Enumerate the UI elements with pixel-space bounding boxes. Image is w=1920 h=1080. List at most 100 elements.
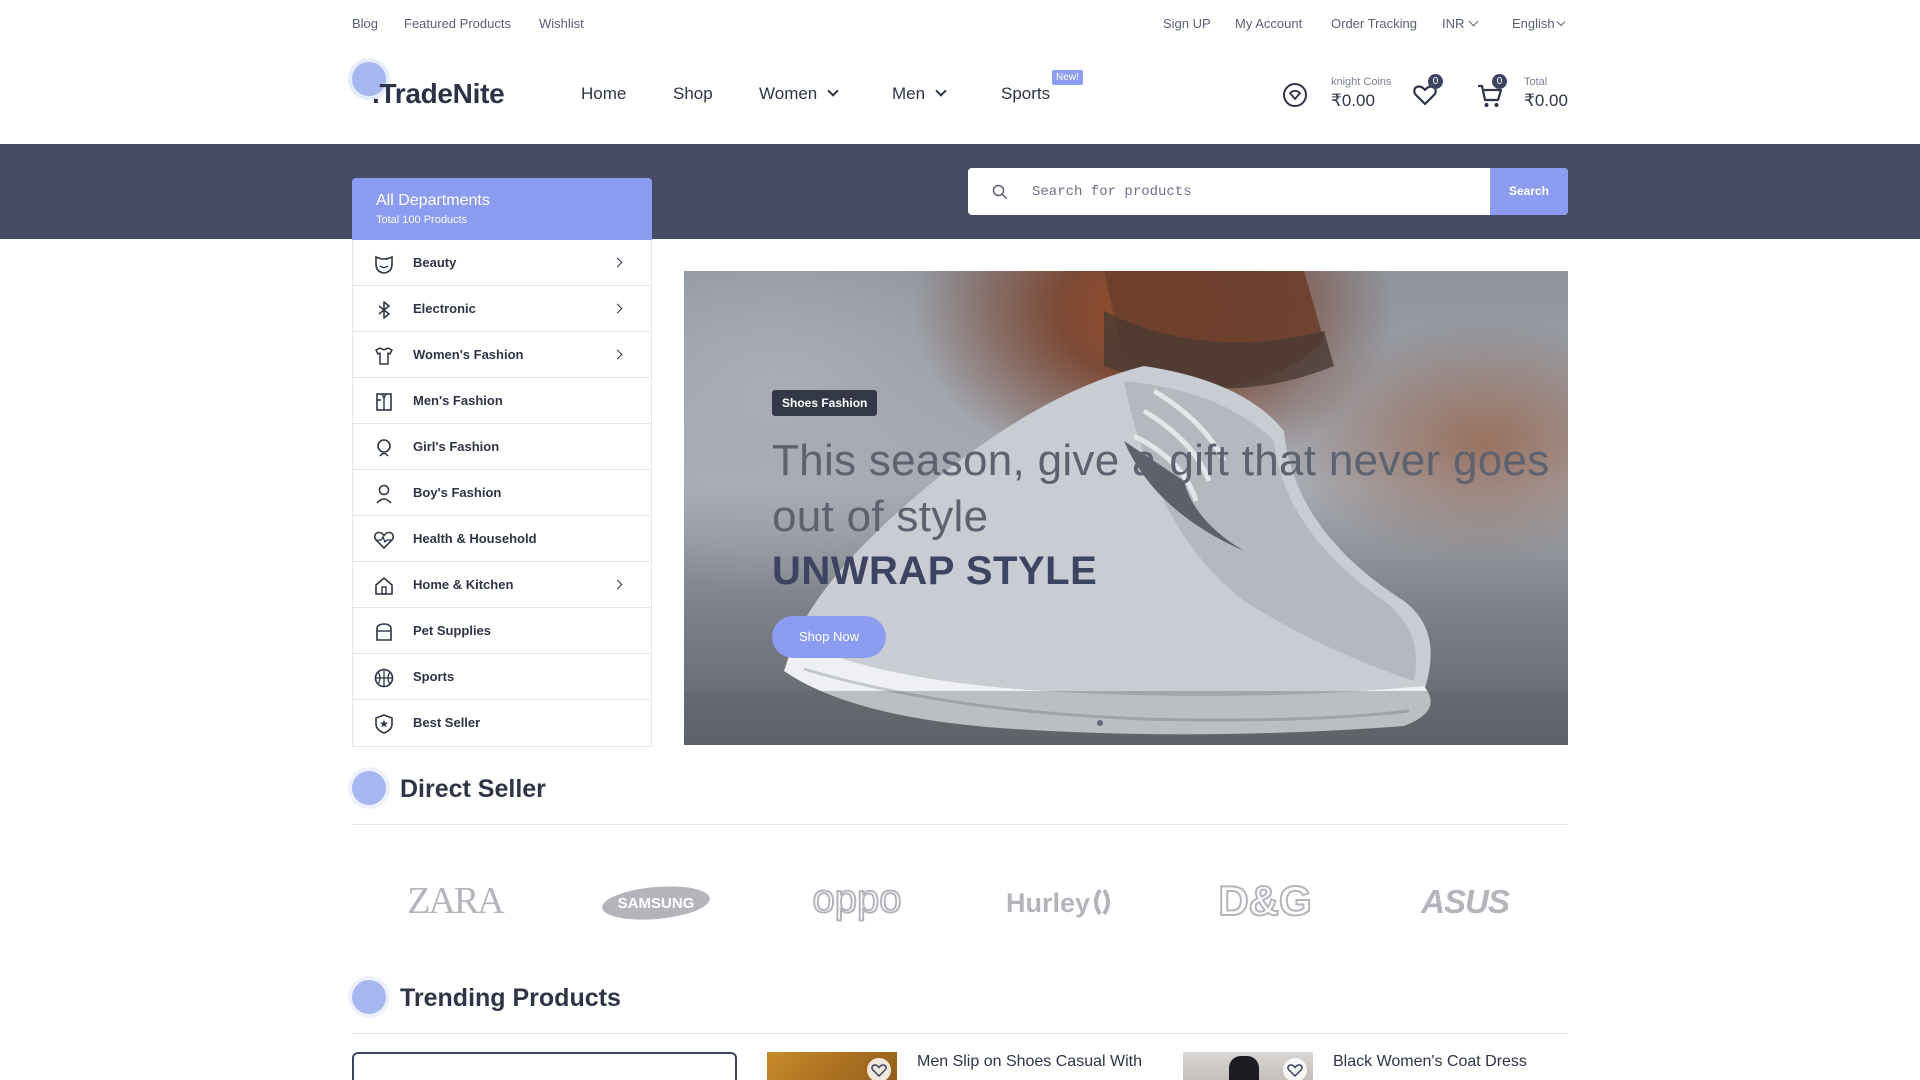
dept-label: Sports — [413, 669, 455, 684]
coat-figure — [1229, 1056, 1259, 1080]
product-card[interactable] — [352, 1052, 737, 1080]
heart-pulse-icon — [373, 531, 395, 550]
coins-icon[interactable] — [1282, 82, 1308, 108]
all-departments-header[interactable]: All Departments Total 100 Products — [352, 178, 652, 240]
bluetooth-icon — [378, 301, 390, 319]
chevron-down-icon — [935, 85, 947, 97]
coins-label: knight Coins — [1331, 76, 1392, 88]
dept-item-health-household[interactable]: Health & Household — [353, 516, 651, 562]
order-tracking-link[interactable]: Order Tracking — [1331, 16, 1417, 31]
coins-value: ₹0.00 — [1331, 91, 1375, 110]
sign-up-link[interactable]: Sign UP — [1163, 16, 1211, 31]
wishlist-link[interactable]: Wishlist — [539, 16, 584, 31]
brand-samsung-logo[interactable]: SAMSUNG — [600, 870, 712, 930]
direct-seller-heading: Direct Seller — [352, 765, 1568, 825]
dept-label: Electronic — [413, 301, 476, 316]
shop-now-button[interactable]: Shop Now — [772, 616, 886, 658]
dept-item-beauty[interactable]: Beauty — [353, 240, 651, 286]
nav-shop[interactable]: Shop — [673, 84, 713, 104]
dept-label: Boy's Fashion — [413, 485, 502, 500]
departments-title: All Departments — [376, 192, 490, 209]
brand-hurley-logo[interactable]: Hurley — [1000, 870, 1120, 930]
chevron-down-icon — [1468, 16, 1479, 27]
dept-label: Home & Kitchen — [413, 577, 514, 592]
dept-label: Men's Fashion — [413, 393, 503, 408]
section-dot — [352, 980, 386, 1014]
nav-home[interactable]: Home — [581, 84, 626, 104]
brand-oppo-logo[interactable]: oppo — [795, 870, 920, 930]
blog-link[interactable]: Blog — [352, 16, 378, 31]
hero-line-2: out of style — [772, 492, 989, 541]
dept-item-womens-fashion[interactable]: Women's Fashion — [353, 332, 651, 378]
search-band — [0, 144, 1920, 239]
dept-item-girls-fashion[interactable]: Girl's Fashion — [353, 424, 651, 470]
dept-item-boys-fashion[interactable]: Boy's Fashion — [353, 470, 651, 516]
basketball-icon — [374, 668, 394, 688]
shield-star-icon — [375, 714, 393, 734]
my-account-link[interactable]: My Account — [1235, 16, 1302, 31]
featured-products-link[interactable]: Featured Products — [404, 16, 511, 31]
dept-item-electronic[interactable]: Electronic — [353, 286, 651, 332]
cart-count-badge: 0 — [1492, 74, 1507, 89]
departments-subtitle: Total 100 Products — [376, 214, 468, 226]
girls-fashion-icon — [377, 439, 391, 457]
brand-zara-logo[interactable]: ZARA — [405, 870, 505, 930]
language-select[interactable]: English — [1512, 16, 1565, 31]
nav-sports[interactable]: Sports — [1001, 84, 1050, 104]
product-name[interactable]: Black Women's Coat Dress — [1333, 1053, 1527, 1071]
dept-item-sports[interactable]: Sports — [353, 654, 651, 700]
chevron-down-icon — [1556, 17, 1565, 27]
language-value: English — [1512, 16, 1555, 31]
total-label: Total — [1524, 76, 1548, 88]
carousel-dot[interactable] — [1097, 720, 1103, 726]
boys-fashion-icon — [376, 484, 392, 504]
nav-men-label: Men — [892, 84, 926, 103]
hero-line-1: This season, give a gift that never goes — [772, 436, 1550, 485]
main-header: .TradeNite Home Shop Women Men Sports Ne… — [0, 44, 1920, 144]
wishlist-count-badge: 0 — [1428, 74, 1443, 89]
departments-list: Beauty Electronic Women's Fashion Men's … — [352, 240, 652, 747]
trending-heading: Trending Products — [352, 974, 1568, 1034]
brand-asus-logo[interactable]: ASUS — [1410, 870, 1520, 930]
dept-item-pet-supplies[interactable]: Pet Supplies — [353, 608, 651, 654]
dept-label: Pet Supplies — [413, 623, 492, 638]
dept-item-home-kitchen[interactable]: Home & Kitchen — [353, 562, 651, 608]
dept-label: Health & Household — [413, 531, 537, 546]
brand-asus-text: ASUS — [1420, 883, 1510, 920]
brand-oppo-text: oppo — [813, 877, 902, 921]
total-value: ₹0.00 — [1524, 91, 1568, 110]
search-button[interactable]: Search — [1490, 168, 1568, 215]
nav-women[interactable]: Women — [759, 84, 839, 104]
womens-fashion-icon — [375, 347, 393, 365]
trending-title: Trending Products — [400, 984, 621, 1012]
brand-samsung-text: SAMSUNG — [618, 895, 695, 912]
dept-item-best-seller[interactable]: Best Seller — [353, 700, 651, 746]
new-badge: New! — [1052, 70, 1083, 85]
chevron-right-icon — [612, 579, 623, 590]
dept-label: Girl's Fashion — [413, 439, 500, 454]
direct-seller-title: Direct Seller — [400, 775, 546, 803]
hero-banner[interactable]: Shoes Fashion This season, give a gift t… — [684, 271, 1568, 745]
nav-men[interactable]: Men — [892, 84, 947, 104]
beauty-icon — [375, 255, 393, 274]
hero-tag: Shoes Fashion — [772, 390, 878, 416]
currency-select[interactable]: INR — [1442, 16, 1479, 31]
wishlist-heart-icon[interactable] — [1283, 1058, 1307, 1080]
brand-dg-logo[interactable]: D&G — [1215, 870, 1315, 930]
wishlist-heart-icon[interactable] — [867, 1058, 891, 1080]
product-thumbnail[interactable] — [767, 1052, 897, 1080]
top-bar: Blog Featured Products Wishlist Sign UP … — [0, 0, 1920, 44]
dept-item-mens-fashion[interactable]: Men's Fashion — [353, 378, 651, 424]
dept-label: Beauty — [413, 255, 457, 270]
pet-supplies-icon — [376, 623, 392, 641]
chevron-right-icon — [612, 257, 623, 268]
logo-text: .TradeNite — [372, 78, 505, 109]
logo[interactable]: .TradeNite — [352, 62, 532, 112]
product-thumbnail[interactable] — [1183, 1052, 1313, 1080]
search-icon — [992, 184, 1008, 200]
product-name[interactable]: Men Slip on Shoes Casual With — [917, 1053, 1142, 1071]
mens-fashion-icon — [376, 393, 392, 411]
chevron-right-icon — [612, 303, 623, 314]
chevron-down-icon — [827, 85, 839, 97]
search-input[interactable] — [1032, 168, 1452, 215]
